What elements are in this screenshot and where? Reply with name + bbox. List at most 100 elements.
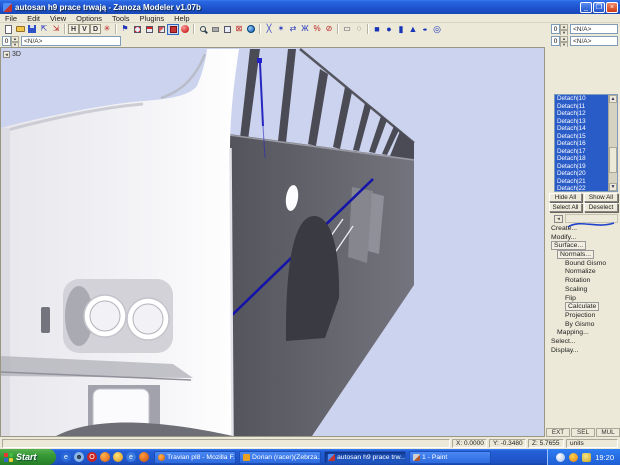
- cmd-projection[interactable]: Projection: [549, 312, 619, 321]
- cube-outline-icon[interactable]: [221, 24, 233, 35]
- objects-list[interactable]: Detach|10 Detach|11 Detach|12 Detach|13 …: [554, 94, 618, 192]
- opera-icon[interactable]: O: [87, 452, 97, 462]
- new-icon[interactable]: [2, 24, 14, 35]
- tray-icon-3[interactable]: [582, 453, 591, 462]
- combo-top-right[interactable]: <N/A>: [570, 24, 618, 34]
- list-item[interactable]: Detach|16: [555, 140, 608, 148]
- firefox-icon[interactable]: [100, 452, 110, 462]
- viewport-3d-canvas[interactable]: [1, 48, 544, 436]
- messenger-icon[interactable]: ☻: [74, 452, 84, 462]
- mirror-icon[interactable]: [287, 24, 299, 35]
- cmd-select[interactable]: Select...: [549, 338, 619, 347]
- menu-file[interactable]: File: [0, 14, 22, 23]
- prohibit-icon[interactable]: [323, 24, 335, 35]
- eraser-icon[interactable]: [209, 24, 221, 35]
- prim-torus-icon[interactable]: [431, 24, 443, 35]
- circle-select-icon[interactable]: [353, 24, 365, 35]
- open-icon[interactable]: [14, 24, 26, 35]
- menu-plugins[interactable]: Plugins: [135, 14, 170, 23]
- spinner-bottom-right[interactable]: 0 ▲▼: [551, 36, 568, 46]
- zoom-icon[interactable]: [197, 24, 209, 35]
- firefox-2-icon[interactable]: [139, 452, 149, 462]
- prim-ellipsoid-icon[interactable]: [419, 24, 431, 35]
- menu-view[interactable]: View: [45, 14, 71, 23]
- menu-tools[interactable]: Tools: [107, 14, 135, 23]
- list-item[interactable]: Detach|14: [555, 125, 608, 133]
- tray-gadu-gadu-icon[interactable]: [569, 453, 578, 462]
- spline-preview-icon[interactable]: [565, 214, 618, 223]
- cmd-rotation[interactable]: Rotation: [549, 277, 619, 286]
- scroll-up-icon[interactable]: ▲: [609, 95, 617, 103]
- list-item[interactable]: Detach|13: [555, 118, 608, 126]
- menu-options[interactable]: Options: [71, 14, 107, 23]
- export-icon[interactable]: [50, 24, 62, 35]
- cmd-mapping[interactable]: Mapping...: [549, 329, 619, 338]
- task-paint[interactable]: 1 - Paint: [409, 451, 491, 464]
- list-scrollbar[interactable]: ▲ ▼: [608, 95, 617, 191]
- spinner-top-right[interactable]: 0 ▲▼: [551, 24, 568, 34]
- select-faces-icon[interactable]: [155, 24, 167, 35]
- delete-cube-icon[interactable]: [233, 24, 245, 35]
- sel-mode-button[interactable]: SEL: [571, 428, 595, 437]
- bones-icon[interactable]: [299, 24, 311, 35]
- cmd-calculate[interactable]: Calculate: [549, 303, 619, 312]
- task-travian[interactable]: Travian pl8 - Mozilla F...: [154, 451, 236, 464]
- show-all-button[interactable]: Show All: [584, 193, 618, 202]
- viewport-3d[interactable]: ◂ 3D: [0, 47, 545, 437]
- select-vertices-icon[interactable]: [131, 24, 143, 35]
- flag-icon[interactable]: [119, 24, 131, 35]
- select-objects-icon[interactable]: [167, 24, 179, 35]
- material-sphere-icon[interactable]: [179, 24, 191, 35]
- select-all-button[interactable]: Select All: [549, 203, 582, 212]
- cmd-bound-gismo[interactable]: Bound Gismo: [549, 260, 619, 269]
- texture-globe-icon[interactable]: [245, 24, 257, 35]
- viewport-menu-button[interactable]: ◂: [3, 51, 10, 58]
- hide-all-button[interactable]: Hide All: [549, 193, 582, 202]
- cmd-by-gismo[interactable]: By Gismo: [549, 321, 619, 330]
- mul-mode-button[interactable]: MUL: [596, 428, 620, 437]
- ext-mode-button[interactable]: EXT: [546, 428, 570, 437]
- list-item[interactable]: Detach|18: [555, 155, 608, 163]
- v-view-button[interactable]: V: [79, 24, 90, 34]
- scroll-thumb[interactable]: [609, 147, 617, 173]
- cmd-create[interactable]: Create...: [549, 225, 619, 234]
- cmd-normalize[interactable]: Normalize: [549, 268, 619, 277]
- filter-icon[interactable]: [101, 24, 113, 35]
- cmd-normals[interactable]: Normals...: [549, 251, 619, 260]
- percent-icon[interactable]: [311, 24, 323, 35]
- task-dorian[interactable]: Dorian (racer)(Zebrza...: [239, 451, 321, 464]
- list-item[interactable]: Detach|17: [555, 148, 608, 156]
- cmd-display[interactable]: Display...: [549, 347, 619, 356]
- panel-collapse-button[interactable]: ◂: [554, 215, 563, 223]
- spinner-left[interactable]: 0 ▲▼: [2, 36, 19, 46]
- combo-bottom-right[interactable]: <N/A>: [570, 36, 618, 46]
- list-item[interactable]: Detach|12: [555, 110, 608, 118]
- weld-icon[interactable]: [275, 24, 287, 35]
- menu-help[interactable]: Help: [169, 14, 194, 23]
- list-item[interactable]: Detach|19: [555, 163, 608, 171]
- ie-2-icon[interactable]: e: [126, 452, 136, 462]
- import-icon[interactable]: [38, 24, 50, 35]
- deselect-button[interactable]: Deselect: [584, 203, 618, 212]
- list-item[interactable]: Detach|22: [555, 185, 608, 191]
- minimize-button[interactable]: _: [580, 2, 592, 13]
- prim-sphere-icon[interactable]: [383, 24, 395, 35]
- combo-left[interactable]: <N/A>: [21, 36, 121, 46]
- list-item[interactable]: Detach|20: [555, 170, 608, 178]
- ie-icon[interactable]: e: [61, 452, 71, 462]
- tray-icon-1[interactable]: [556, 453, 565, 462]
- save-icon[interactable]: [26, 24, 38, 35]
- start-button[interactable]: Start: [0, 449, 56, 465]
- list-item[interactable]: Detach|21: [555, 178, 608, 186]
- menu-edit[interactable]: Edit: [22, 14, 45, 23]
- restore-button[interactable]: ❐: [593, 2, 605, 13]
- prim-cone-icon[interactable]: [407, 24, 419, 35]
- rect-select-icon[interactable]: [341, 24, 353, 35]
- gadu-gadu-icon[interactable]: [113, 452, 123, 462]
- task-zmodeler[interactable]: autosan h9 prace trw...: [324, 451, 406, 464]
- d-view-button[interactable]: D: [90, 24, 101, 34]
- prim-cube-icon[interactable]: [371, 24, 383, 35]
- list-item[interactable]: Detach|15: [555, 133, 608, 141]
- scroll-down-icon[interactable]: ▼: [609, 183, 617, 191]
- list-item[interactable]: Detach|10: [555, 95, 608, 103]
